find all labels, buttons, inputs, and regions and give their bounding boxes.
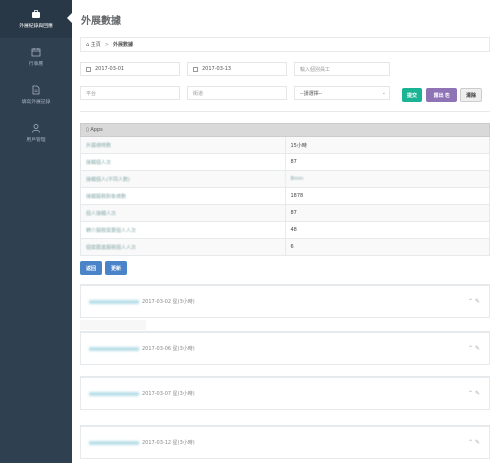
record-detail: 星(3小時) <box>172 299 195 305</box>
collapse-icon[interactable]: ⌃ ✎ <box>468 345 480 352</box>
record-detail: 星(3小時) <box>172 346 195 352</box>
chevron-down-icon: ⌄ <box>381 90 386 96</box>
row-label: 個案跟進服務個人人次 <box>86 244 137 251</box>
clear-button[interactable]: 清除 <box>460 88 482 102</box>
record-panel[interactable]: 2017-03-02 星(3小時) ⌃ ✎ <box>80 284 490 318</box>
record-date: 2017-03-02 <box>142 298 172 305</box>
date-from-field[interactable]: 2017-03-01 <box>80 62 180 76</box>
collapse-icon[interactable]: ⌃ ✎ <box>468 298 480 305</box>
record-panel[interactable]: 2017-03-07 星(3小時) ⌃ ✎ <box>80 376 490 410</box>
table-header: ▯ Apps <box>80 123 490 137</box>
user-icon <box>32 124 40 133</box>
table-row: 個案跟進服務個人人次 6 <box>80 239 490 256</box>
row-label: 接觸個人次 <box>86 159 112 166</box>
collapse-icon[interactable]: ⌃ ✎ <box>468 390 480 397</box>
table-row: 接觸服務對象總數 1878 <box>80 188 490 205</box>
briefcase-icon <box>32 10 40 18</box>
row-label: 接觸個人(不同人數) <box>86 176 130 183</box>
sidebar: 外展紀錄與回應 行事曆 填寫外展記錄 用戶管理 <box>0 0 72 463</box>
main-content: 外展數據 ⌂ 主頁 > 外展數據 2017-03-01 2017-03-13 輸… <box>72 0 500 463</box>
sidebar-item-label: 外展紀錄與回應 <box>19 24 53 29</box>
redacted-name <box>89 440 139 445</box>
calendar-icon <box>31 48 41 57</box>
back-button[interactable]: 返回 <box>80 261 102 275</box>
row-value: 6 <box>284 239 490 255</box>
redacted-name <box>89 391 139 396</box>
calendar-icon <box>193 66 198 72</box>
sidebar-item-label: 行事曆 <box>28 62 44 67</box>
row-value: 87 <box>284 154 490 170</box>
record-panel[interactable]: 2017-03-06 星(3小時) ⌃ ✎ <box>80 331 490 365</box>
collapse-icon[interactable]: ⌃ ✎ <box>468 439 480 446</box>
record-date: 2017-03-06 <box>142 345 172 352</box>
panel-shadow <box>80 320 146 330</box>
row-value: 1878 <box>284 188 490 204</box>
breadcrumb-current: 外展數據 <box>112 42 133 48</box>
station-input[interactable]: 街道 <box>187 86 287 100</box>
row-label: 轉介服務需要個人人次 <box>86 227 137 234</box>
date-to-value: 2017-03-13 <box>202 66 232 72</box>
table-header-label: Apps <box>90 127 103 133</box>
row-label: 外展總時數 <box>86 142 112 149</box>
sidebar-item-fill-record[interactable]: 填寫外展記錄 <box>0 76 72 114</box>
region-input[interactable]: 平台 <box>80 86 180 100</box>
row-value: 48 <box>284 222 490 238</box>
calendar-icon <box>86 66 91 72</box>
category-select-value: --請選擇-- <box>300 90 323 97</box>
row-value: 87 <box>284 205 490 221</box>
row-label: 接觸服務對象總數 <box>86 193 127 200</box>
sidebar-item-user-management[interactable]: 用戶管理 <box>0 114 72 152</box>
table-row: 個人接觸人次 87 <box>80 205 490 222</box>
record-detail: 星(3小時) <box>172 391 195 397</box>
sidebar-item-outreach-records[interactable]: 外展紀錄與回應 <box>0 0 72 38</box>
row-label: 個人接觸人次 <box>86 210 117 217</box>
table-row: 轉介服務需要個人人次 48 <box>80 222 490 239</box>
date-to-field[interactable]: 2017-03-13 <box>187 62 287 76</box>
table-row: 接觸個人次 87 <box>80 154 490 171</box>
record-date: 2017-03-12 <box>142 439 172 446</box>
worker-input[interactable]: 輸入個別員工 <box>294 62 390 76</box>
sidebar-item-calendar[interactable]: 行事曆 <box>0 38 72 76</box>
category-select[interactable]: --請選擇-- ⌄ <box>294 86 390 100</box>
record-panel[interactable]: 2017-03-12 星(3小時) ⌃ ✎ <box>80 425 490 459</box>
redacted-name <box>89 346 139 351</box>
stats-table: ▯ Apps 外展總時數 15小時 接觸個人次 87 接觸個人(不同人數) Bmin … <box>80 123 490 256</box>
record-detail: 星(3小時) <box>172 440 195 446</box>
breadcrumb-separator: > <box>104 41 109 48</box>
row-value: Bmin <box>284 171 490 187</box>
table-row: 外展總時數 15小時 <box>80 137 490 154</box>
export-button[interactable]: 匯出 ⎘ <box>426 88 457 102</box>
record-date: 2017-03-07 <box>142 390 172 397</box>
row-value: 15小時 <box>284 137 490 153</box>
sidebar-item-label: 用戶管理 <box>26 138 46 143</box>
refresh-button[interactable]: 更新 <box>105 261 127 275</box>
page-title: 外展數據 <box>81 16 121 27</box>
table-row: 接觸個人(不同人數) Bmin <box>80 171 490 188</box>
submit-button[interactable]: 提交 <box>402 88 422 102</box>
breadcrumb-home[interactable]: 主頁 <box>91 41 101 48</box>
divider <box>80 111 490 112</box>
document-icon <box>32 85 40 95</box>
sidebar-item-label: 填寫外展記錄 <box>21 100 51 105</box>
date-from-value: 2017-03-01 <box>95 66 125 72</box>
redacted-name <box>89 299 139 304</box>
breadcrumb: ⌂ 主頁 > 外展數據 <box>80 37 490 52</box>
